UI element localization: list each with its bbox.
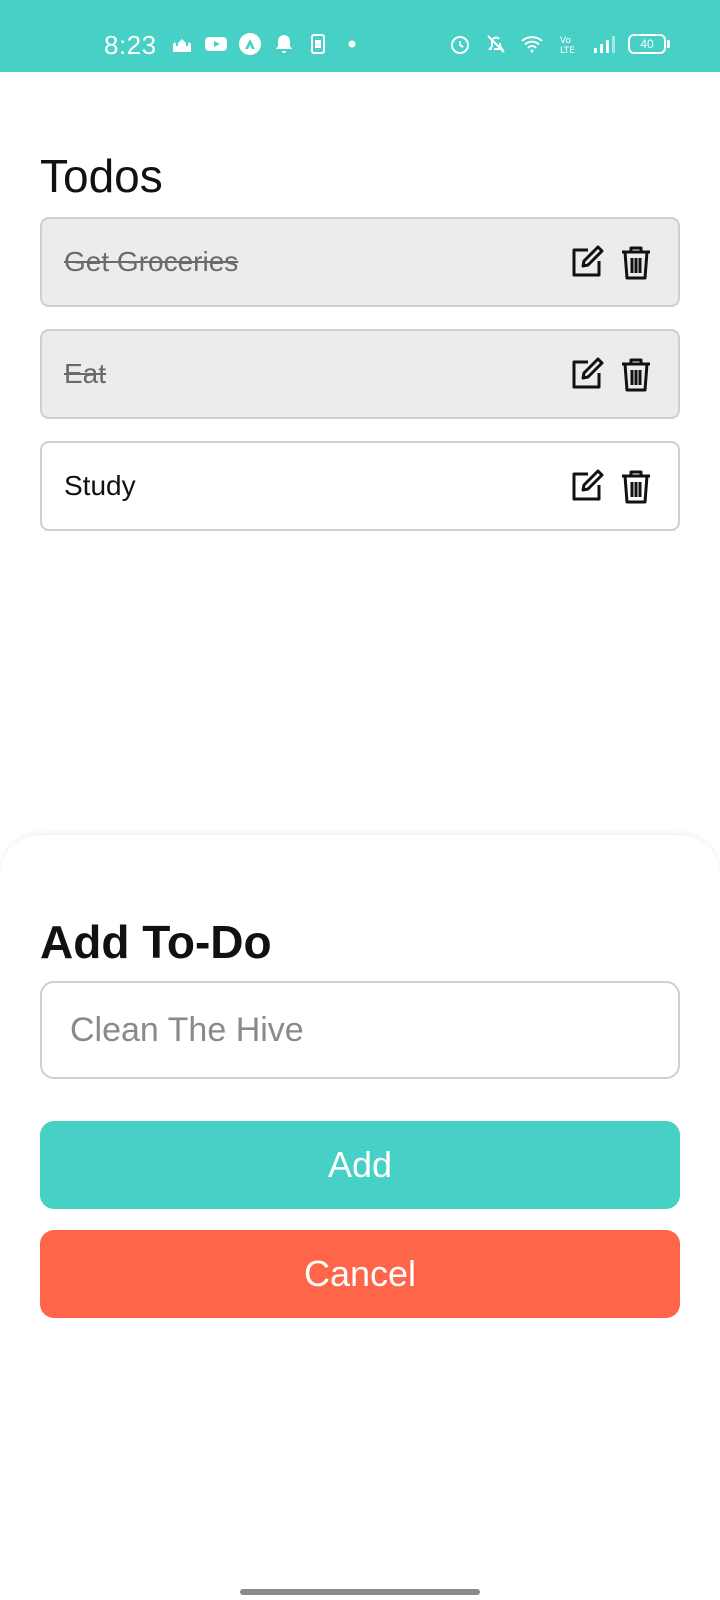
trash-icon[interactable] — [616, 242, 656, 282]
todo-input[interactable] — [40, 981, 680, 1079]
alarm-icon — [448, 32, 472, 56]
mute-icon — [484, 32, 508, 56]
edit-icon[interactable] — [566, 242, 606, 282]
battery-level: 40 — [628, 34, 666, 54]
status-time: 8:23 — [104, 30, 157, 60]
svg-text:LTE: LTE — [560, 46, 575, 56]
page-title: Todos — [40, 149, 163, 202]
sheet-title: Add To-Do — [40, 916, 272, 969]
todo-text: Get Groceries — [64, 246, 239, 277]
edit-icon[interactable] — [566, 466, 606, 506]
edit-icon[interactable] — [566, 354, 606, 394]
trash-icon[interactable] — [616, 354, 656, 394]
trash-icon[interactable] — [616, 466, 656, 506]
system-icons: Vo LTE 40 — [448, 32, 670, 56]
add-todo-sheet: Add To-Do Add Cancel — [0, 835, 720, 1600]
dot-icon — [340, 32, 364, 56]
todo-item[interactable]: Eat — [40, 329, 680, 419]
add-button[interactable]: Add — [40, 1121, 680, 1209]
todo-text: Study — [64, 470, 136, 501]
bell-icon — [272, 32, 296, 56]
cancel-button[interactable]: Cancel — [40, 1230, 680, 1318]
mosque-icon — [170, 32, 194, 56]
wifi-icon — [520, 32, 544, 56]
sim-card-icon — [306, 32, 330, 56]
home-indicator[interactable] — [240, 1589, 480, 1595]
status-bar: 8:23 Vo LTE 40 — [0, 0, 720, 72]
battery-icon: 40 — [628, 34, 670, 54]
notification-icons — [170, 32, 364, 56]
todo-text: Eat — [64, 358, 107, 389]
youtube-icon — [204, 32, 228, 56]
todo-item[interactable]: Get Groceries — [40, 217, 680, 307]
svg-text:Vo: Vo — [560, 36, 571, 46]
todo-list: Get Groceries Eat Study — [40, 217, 680, 553]
app-notification-icon — [238, 32, 262, 56]
signal-icon — [592, 32, 616, 56]
todo-item[interactable]: Study — [40, 441, 680, 531]
volte-icon: Vo LTE — [556, 32, 580, 56]
